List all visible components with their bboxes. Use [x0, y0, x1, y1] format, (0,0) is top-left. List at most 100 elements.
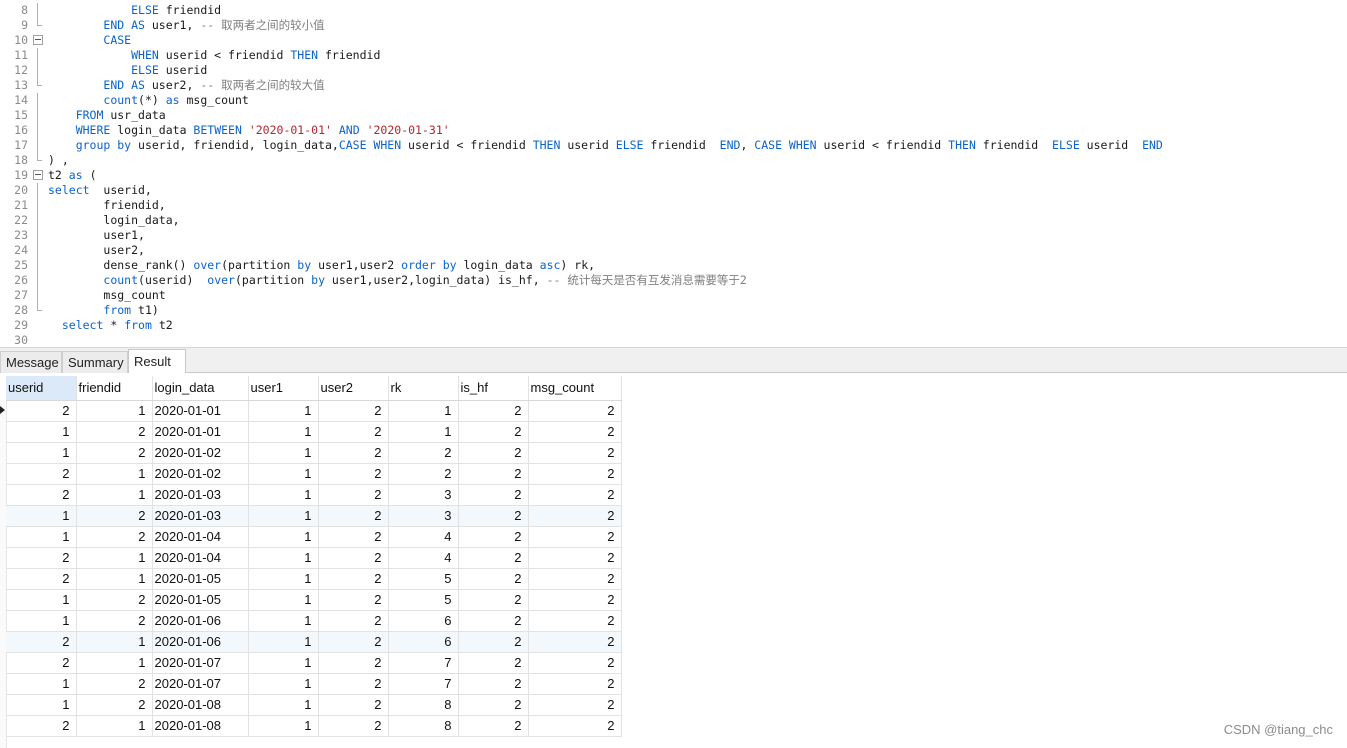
table-cell[interactable]: 6	[388, 631, 459, 653]
table-cell[interactable]: 2	[6, 547, 77, 569]
table-cell[interactable]: 1	[6, 673, 77, 695]
table-cell[interactable]: 2	[6, 631, 77, 653]
table-cell[interactable]: 2	[318, 568, 389, 590]
result-grid[interactable]: userid friendid login_data user1 user2 rk is_h…	[0, 376, 1347, 748]
table-cell[interactable]: 2	[458, 715, 529, 737]
table-row[interactable]: 2 1 2020-01-07 1 2 7 2 2	[6, 652, 622, 674]
table-cell[interactable]: 1	[6, 589, 77, 611]
table-cell[interactable]: 2	[76, 610, 153, 632]
table-cell[interactable]: 6	[388, 610, 459, 632]
code-line[interactable]: 16 WHERE login_data BETWEEN '2020-01-01'…	[0, 123, 1347, 138]
table-cell[interactable]: 1	[248, 652, 319, 674]
table-cell[interactable]: 2	[76, 442, 153, 464]
table-cell[interactable]: 2	[458, 673, 529, 695]
table-cell[interactable]: 1	[248, 505, 319, 527]
column-header-login-data[interactable]: login_data	[152, 376, 249, 401]
table-cell[interactable]: 2020-01-08	[152, 715, 249, 737]
fold-collapse-icon[interactable]	[33, 33, 44, 48]
table-cell[interactable]: 5	[388, 568, 459, 590]
column-header-friendid[interactable]: friendid	[76, 376, 153, 401]
table-cell[interactable]: 2	[318, 547, 389, 569]
table-cell[interactable]: 2	[458, 484, 529, 506]
table-cell[interactable]: 2	[318, 694, 389, 716]
column-header-rk[interactable]: rk	[388, 376, 459, 401]
code-line[interactable]: 29 select * from t2	[0, 318, 1347, 333]
table-row[interactable]: 1 2 2020-01-02 1 2 2 2 2	[6, 442, 622, 464]
table-cell[interactable]: 2	[528, 589, 622, 611]
code-line[interactable]: 10 CASE	[0, 33, 1347, 48]
table-cell[interactable]: 2	[76, 421, 153, 443]
table-cell[interactable]: 2	[458, 694, 529, 716]
table-cell[interactable]: 2	[318, 673, 389, 695]
table-cell[interactable]: 1	[248, 400, 319, 422]
table-cell[interactable]: 1	[388, 421, 459, 443]
code-line[interactable]: 13 END AS user2, -- 取两者之间的较大值	[0, 78, 1347, 93]
table-row[interactable]: 2 1 2020-01-02 1 2 2 2 2	[6, 463, 622, 485]
table-cell[interactable]: 2	[318, 715, 389, 737]
table-row[interactable]: 1 2 2020-01-06 1 2 6 2 2	[6, 610, 622, 632]
table-cell[interactable]: 2	[318, 421, 389, 443]
table-cell[interactable]: 1	[6, 610, 77, 632]
table-cell[interactable]: 5	[388, 589, 459, 611]
table-cell[interactable]: 1	[248, 589, 319, 611]
code-line[interactable]: 9 END AS user1, -- 取两者之间的较小值	[0, 18, 1347, 33]
table-cell[interactable]: 2	[6, 484, 77, 506]
code-line[interactable]: 20 select userid,	[0, 183, 1347, 198]
table-cell[interactable]: 2	[318, 610, 389, 632]
table-row[interactable]: 2 1 2020-01-06 1 2 6 2 2	[6, 631, 622, 653]
table-cell[interactable]: 2	[458, 652, 529, 674]
table-cell[interactable]: 1	[6, 421, 77, 443]
table-cell[interactable]: 2	[528, 694, 622, 716]
table-row[interactable]: 2 1 2020-01-05 1 2 5 2 2	[6, 568, 622, 590]
table-cell[interactable]: 1	[76, 547, 153, 569]
table-cell[interactable]: 1	[6, 694, 77, 716]
code-line[interactable]: 28 from t1)	[0, 303, 1347, 318]
table-cell[interactable]: 4	[388, 547, 459, 569]
table-cell[interactable]: 2020-01-03	[152, 484, 249, 506]
table-cell[interactable]: 2	[528, 652, 622, 674]
table-cell[interactable]: 1	[6, 526, 77, 548]
table-cell[interactable]: 2020-01-02	[152, 442, 249, 464]
table-cell[interactable]: 2	[528, 715, 622, 737]
code-line[interactable]: 15 FROM usr_data	[0, 108, 1347, 123]
table-row[interactable]: 1 2 2020-01-05 1 2 5 2 2	[6, 589, 622, 611]
table-cell[interactable]: 2	[458, 463, 529, 485]
table-cell[interactable]: 2	[528, 610, 622, 632]
table-cell[interactable]: 1	[248, 568, 319, 590]
table-cell[interactable]: 2	[76, 505, 153, 527]
table-cell[interactable]: 2	[458, 631, 529, 653]
table-cell[interactable]: 1	[248, 484, 319, 506]
table-cell[interactable]: 2	[458, 505, 529, 527]
column-header-is-hf[interactable]: is_hf	[458, 376, 529, 401]
table-cell[interactable]: 2020-01-04	[152, 547, 249, 569]
tab-message[interactable]: Message	[0, 351, 62, 373]
table-cell[interactable]: 1	[76, 400, 153, 422]
table-cell[interactable]: 2	[6, 400, 77, 422]
table-row[interactable]: 1 2 2020-01-04 1 2 4 2 2	[6, 526, 622, 548]
table-cell[interactable]: 2	[6, 715, 77, 737]
table-cell[interactable]: 2	[76, 589, 153, 611]
table-cell[interactable]: 2	[528, 421, 622, 443]
table-cell[interactable]: 2	[458, 421, 529, 443]
table-cell[interactable]: 1	[248, 673, 319, 695]
table-cell[interactable]: 1	[248, 526, 319, 548]
table-cell[interactable]: 3	[388, 484, 459, 506]
code-line[interactable]: 27 msg_count	[0, 288, 1347, 303]
table-cell[interactable]: 2	[458, 568, 529, 590]
table-cell[interactable]: 2020-01-06	[152, 631, 249, 653]
table-cell[interactable]: 1	[248, 442, 319, 464]
table-cell[interactable]: 2	[528, 505, 622, 527]
table-cell[interactable]: 1	[248, 421, 319, 443]
tab-result-1[interactable]: Result 1	[128, 349, 186, 393]
tab-summary[interactable]: Summary	[62, 351, 128, 373]
table-cell[interactable]: 2	[458, 526, 529, 548]
table-cell[interactable]: 2020-01-01	[152, 421, 249, 443]
table-cell[interactable]: 1	[76, 715, 153, 737]
table-cell[interactable]: 2	[76, 694, 153, 716]
table-row[interactable]: 2 1 2020-01-04 1 2 4 2 2	[6, 547, 622, 569]
table-cell[interactable]: 2	[318, 484, 389, 506]
table-cell[interactable]: 2	[318, 589, 389, 611]
code-line[interactable]: 25 dense_rank() over(partition by user1,…	[0, 258, 1347, 273]
code-line[interactable]: 23 user1,	[0, 228, 1347, 243]
table-row[interactable]: 2 1 2020-01-08 1 2 8 2 2	[6, 715, 622, 737]
